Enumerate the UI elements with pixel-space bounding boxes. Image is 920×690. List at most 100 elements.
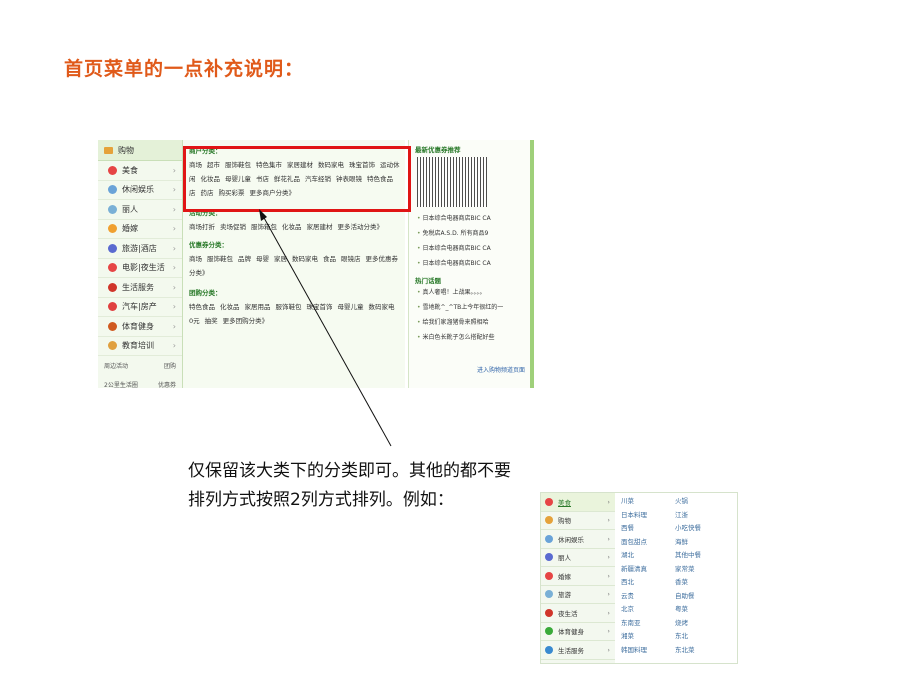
example-subcategory-link[interactable]: 火锅 <box>675 495 729 509</box>
category-link[interactable]: 服饰鞋包 <box>276 303 302 311</box>
footer-link[interactable]: 周边活动 <box>104 361 128 370</box>
example-subcategory-link[interactable]: 自助餐 <box>675 590 729 604</box>
sidebar-item[interactable]: 生活服务 › <box>98 278 182 298</box>
chevron-right-icon: › <box>607 516 610 525</box>
category-link[interactable]: 品牌 <box>238 255 251 263</box>
example-subcategory-link[interactable]: 北京 <box>621 603 675 617</box>
sidebar-item[interactable]: 电影|夜生活 › <box>98 259 182 278</box>
example-sidebar-item[interactable]: 美食 › <box>541 493 615 512</box>
coupon-link[interactable]: 日本综合电器商店BIC CA <box>409 211 534 226</box>
category-link[interactable]: 眼镜店 <box>341 255 361 263</box>
example-subcategory-link[interactable]: 江浙 <box>675 509 729 523</box>
sidebar-item[interactable]: 美食 › <box>98 161 182 181</box>
category-link[interactable]: 更多活动分类》 <box>338 223 384 231</box>
example-subcategory-link[interactable]: 其他中餐 <box>675 549 729 563</box>
topic-link[interactable]: 给我们家溜猪骨来照相哈 <box>409 315 534 330</box>
example-subcategory-link[interactable]: 韩国料理 <box>621 644 675 658</box>
example-sidebar-item[interactable]: 旅游 › <box>541 586 615 604</box>
chevron-right-icon: › <box>172 165 176 175</box>
example-subcategory-link[interactable]: 面包甜点 <box>621 536 675 550</box>
footer-link[interactable]: 团购 <box>164 361 176 370</box>
sidebar-head[interactable]: 购物 <box>98 140 182 161</box>
category-link[interactable]: 商场打折 <box>189 223 215 231</box>
example-sidebar-item[interactable]: 休闲娱乐 › <box>541 530 615 549</box>
category-link[interactable]: 服饰鞋包 <box>207 255 233 263</box>
coupon-image[interactable] <box>417 157 487 207</box>
example-subcategory-link[interactable]: 东北菜 <box>675 644 729 658</box>
category-link[interactable]: 家居建材 <box>307 223 333 231</box>
example-sidebar-item[interactable]: 夜生活 › <box>541 604 615 623</box>
example-subcategory-link[interactable]: 湘菜 <box>621 630 675 644</box>
example-subcategory-link[interactable]: 湖北 <box>621 549 675 563</box>
example-subcategory-link[interactable]: 西餐 <box>621 522 675 536</box>
example-subcategory-link[interactable]: 川菜 <box>621 495 675 509</box>
chevron-right-icon: › <box>607 608 610 617</box>
example-subcategory-link[interactable]: 香菜 <box>675 576 729 590</box>
category-link[interactable]: 卖场促销 <box>220 223 246 231</box>
example-sidebar-item[interactable]: 丽人 › <box>541 549 615 567</box>
category-link[interactable]: 抽奖 <box>205 317 218 325</box>
footer-link[interactable]: 优惠券 <box>158 380 176 388</box>
example-subcategory-link[interactable]: 粤菜 <box>675 603 729 617</box>
example-subcategory-link[interactable]: 西北 <box>621 576 675 590</box>
coupon-link[interactable]: 免税店A.S.D. 所有商品9 <box>409 226 534 241</box>
category-icon <box>108 243 117 253</box>
hot-topic-title: 热门话题 <box>415 277 441 285</box>
example-sidebar-item[interactable]: 婚嫁 › <box>541 567 615 586</box>
chevron-right-icon: › <box>607 627 610 636</box>
coupon-link[interactable]: 日本综合电器商店BIC CA <box>409 256 534 271</box>
category-link[interactable]: 更多团购分类》 <box>223 317 269 325</box>
category-link[interactable]: 珠宝首饰 <box>307 303 333 311</box>
channel-link[interactable]: 进入购物频道页面 <box>477 365 525 374</box>
coupon-link[interactable]: 日本综合电器商店BIC CA <box>409 241 534 256</box>
footer-link[interactable]: 2公里生活圈 <box>104 380 138 388</box>
example-sidebar-item[interactable]: 汽车› <box>541 660 615 664</box>
sidebar-item-label: 生活服务 <box>122 282 154 292</box>
topic-link[interactable]: 雪地靴^_^TB上今年很红的一 <box>409 300 534 315</box>
topic-link[interactable]: 米白色长靴子怎么搭配好些 <box>409 330 534 345</box>
sidebar-item[interactable]: 汽车|房产 › <box>98 298 182 317</box>
sidebar-item-label: 丽人 <box>122 204 138 214</box>
example-subcategory-link[interactable]: 小吃快餐 <box>675 522 729 536</box>
example-subcategory-link[interactable]: 烧烤 <box>675 617 729 631</box>
category-icon <box>545 571 553 580</box>
category-link[interactable]: 母婴儿童 <box>338 303 364 311</box>
example-subcategory-link[interactable]: 云贵 <box>621 590 675 604</box>
category-link[interactable]: 家居用品 <box>245 303 271 311</box>
category-link[interactable]: 0元 <box>189 317 200 325</box>
example-item-label: 丽人 <box>558 554 571 563</box>
category-link[interactable]: 数码家电 <box>292 255 318 263</box>
sidebar-item[interactable]: 体育健身 › <box>98 317 182 337</box>
example-subcategory-link[interactable]: 海鲜 <box>675 536 729 550</box>
category-link[interactable]: 商场 <box>189 255 202 263</box>
example-screenshot: 美食 › 购物 › 休闲娱乐 › 丽人 › 婚嫁 › 旅游 › 夜生活 › 体育健身 › 生活服务 › 汽车› 川菜… <box>540 492 738 664</box>
category-icon <box>545 497 553 506</box>
category-icon <box>545 608 553 617</box>
example-sidebar-item[interactable]: 购物 › <box>541 512 615 530</box>
sidebar-item[interactable]: 教育培训 › <box>98 337 182 356</box>
sidebar-item[interactable]: 丽人 › <box>98 200 182 220</box>
chevron-right-icon: › <box>607 534 610 543</box>
example-sidebar-item[interactable]: 生活服务 › <box>541 641 615 660</box>
example-sidebar-item[interactable]: 体育健身 › <box>541 623 615 641</box>
example-subcategory-link[interactable]: 东北 <box>675 630 729 644</box>
sidebar-item[interactable]: 旅游|酒店 › <box>98 239 182 259</box>
category-link[interactable]: 服饰箱包 <box>251 223 277 231</box>
chevron-right-icon: › <box>607 497 610 506</box>
category-link[interactable]: 食品 <box>323 255 336 263</box>
category-icon <box>545 534 553 543</box>
category-link[interactable]: 化妆品 <box>220 303 240 311</box>
example-subcategory-link[interactable]: 东南亚 <box>621 617 675 631</box>
category-link[interactable]: 数码家电 <box>369 303 395 311</box>
category-link[interactable]: 特色食品 <box>189 303 215 311</box>
sidebar-item[interactable]: 婚嫁 › <box>98 220 182 239</box>
example-subcategory-link[interactable]: 家常菜 <box>675 563 729 577</box>
category-link[interactable]: 母婴 <box>256 255 269 263</box>
sidebar-item[interactable]: 休闲娱乐 › <box>98 181 182 200</box>
example-subcategory-link[interactable]: 日本料理 <box>621 509 675 523</box>
example-item-label: 休闲娱乐 <box>558 535 584 544</box>
example-subcategory-link[interactable]: 新疆清真 <box>621 563 675 577</box>
category-link[interactable]: 家居 <box>274 255 287 263</box>
topic-link[interactable]: 真人奢唱！上战果。。。。 <box>409 285 534 300</box>
category-link[interactable]: 化妆品 <box>282 223 302 231</box>
